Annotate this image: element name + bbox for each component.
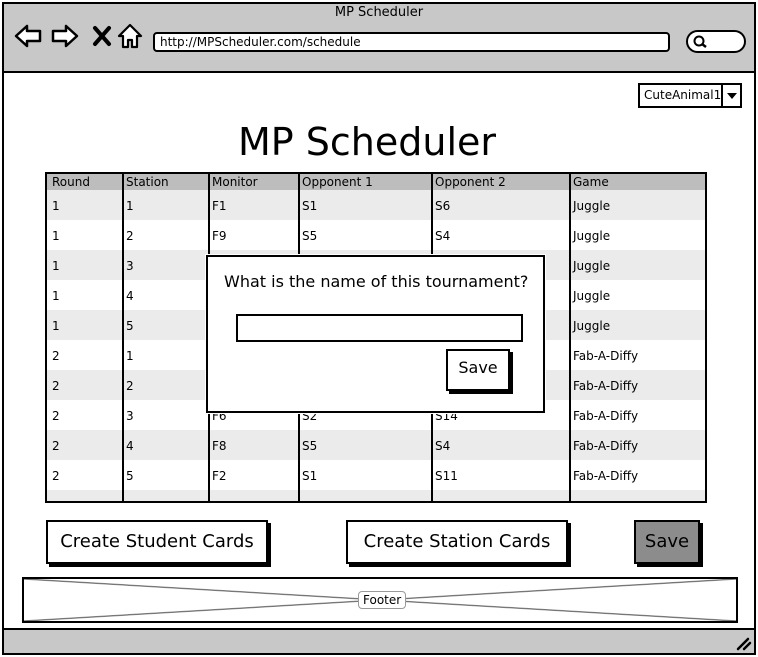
column-divider [122, 174, 124, 501]
user-dropdown-value: CuteAnimal1 [644, 88, 722, 102]
column-divider [569, 174, 571, 501]
browser-search-box[interactable] [686, 30, 746, 53]
cell-round: 1 [52, 289, 60, 303]
window-title: MP Scheduler [334, 5, 424, 20]
footer-placeholder: Footer [22, 577, 738, 623]
user-dropdown[interactable]: CuteAnimal1 [638, 83, 742, 108]
cell-station: 5 [126, 469, 134, 483]
footer-label: Footer [358, 591, 407, 609]
cell-opponent-1: S1 [302, 469, 318, 483]
cell-game: Juggle [573, 319, 611, 333]
column-header-opponent-1: Opponent 1 [302, 175, 373, 189]
cell-round: 2 [52, 409, 60, 423]
cell-round: 2 [52, 379, 60, 393]
cell-opponent-2: S4 [435, 229, 451, 243]
back-icon[interactable] [14, 22, 42, 50]
cell-game: Fab-A-Diffy [573, 439, 639, 453]
table-header: Round Station Monitor Opponent 1 Opponen… [47, 174, 705, 190]
cell-station: 1 [126, 349, 134, 363]
dialog-save-button[interactable]: Save [446, 349, 510, 391]
cell-round: 2 [52, 349, 60, 363]
status-bar [2, 628, 756, 655]
resize-grip-icon[interactable] [736, 636, 752, 651]
cell-station: 2 [126, 379, 134, 393]
cell-station: 4 [126, 289, 134, 303]
table-row [47, 490, 705, 501]
column-header-game: Game [573, 175, 609, 189]
cell-game: Juggle [573, 229, 611, 243]
cell-opponent-1: S5 [302, 229, 318, 243]
cell-game: Fab-A-Diffy [573, 409, 639, 423]
cell-round: 2 [52, 439, 60, 453]
cell-station: 3 [126, 409, 134, 423]
cell-station: 5 [126, 319, 134, 333]
address-bar[interactable]: http://MPScheduler.com/schedule [153, 32, 670, 52]
cell-round: 1 [52, 199, 60, 213]
cell-game: Juggle [573, 199, 611, 213]
cell-game: Fab-A-Diffy [573, 379, 639, 393]
dialog-question: What is the name of this tournament? [224, 272, 529, 291]
forward-icon[interactable] [51, 22, 79, 50]
cell-game: Juggle [573, 289, 611, 303]
close-icon[interactable] [88, 22, 116, 50]
column-header-round: Round [52, 175, 90, 189]
cell-opponent-1: S1 [302, 199, 318, 213]
cell-opponent-2: S4 [435, 439, 451, 453]
save-button[interactable]: Save [634, 520, 700, 564]
cell-monitor: F1 [212, 199, 227, 213]
cell-opponent-1: S5 [302, 439, 318, 453]
table-row[interactable]: 2 5 F2 S1 S11 Fab-A-Diffy [47, 460, 705, 490]
table-row[interactable]: 1 1 F1 S1 S6 Juggle [47, 190, 705, 220]
table-row[interactable]: 1 2 F9 S5 S4 Juggle [47, 220, 705, 250]
column-header-station: Station [126, 175, 169, 189]
cell-opponent-2: S6 [435, 199, 451, 213]
cell-round: 2 [52, 469, 60, 483]
cell-monitor: F8 [212, 439, 227, 453]
search-icon [693, 35, 707, 48]
tournament-name-input[interactable] [236, 314, 523, 342]
cell-station: 2 [126, 229, 134, 243]
cell-game: Fab-A-Diffy [573, 349, 639, 363]
column-header-monitor: Monitor [212, 175, 258, 189]
cell-opponent-2: S11 [435, 469, 458, 483]
dropdown-divider [721, 85, 723, 106]
cell-round: 1 [52, 259, 60, 273]
cell-station: 4 [126, 439, 134, 453]
cell-round: 1 [52, 319, 60, 333]
cell-game: Fab-A-Diffy [573, 469, 639, 483]
table-row[interactable]: 2 4 F8 S5 S4 Fab-A-Diffy [47, 430, 705, 460]
page-title: MP Scheduler [237, 120, 497, 164]
create-station-cards-button[interactable]: Create Station Cards [346, 520, 568, 564]
create-student-cards-button[interactable]: Create Student Cards [46, 520, 268, 564]
home-icon[interactable] [116, 22, 144, 50]
cell-monitor: F2 [212, 469, 227, 483]
column-header-opponent-2: Opponent 2 [435, 175, 506, 189]
cell-monitor: F9 [212, 229, 227, 243]
chevron-down-icon [727, 93, 737, 99]
cell-station: 1 [126, 199, 134, 213]
cell-round: 1 [52, 229, 60, 243]
tournament-name-dialog: What is the name of this tournament? Sav… [206, 255, 545, 413]
cell-station: 3 [126, 259, 134, 273]
cell-game: Juggle [573, 259, 611, 273]
